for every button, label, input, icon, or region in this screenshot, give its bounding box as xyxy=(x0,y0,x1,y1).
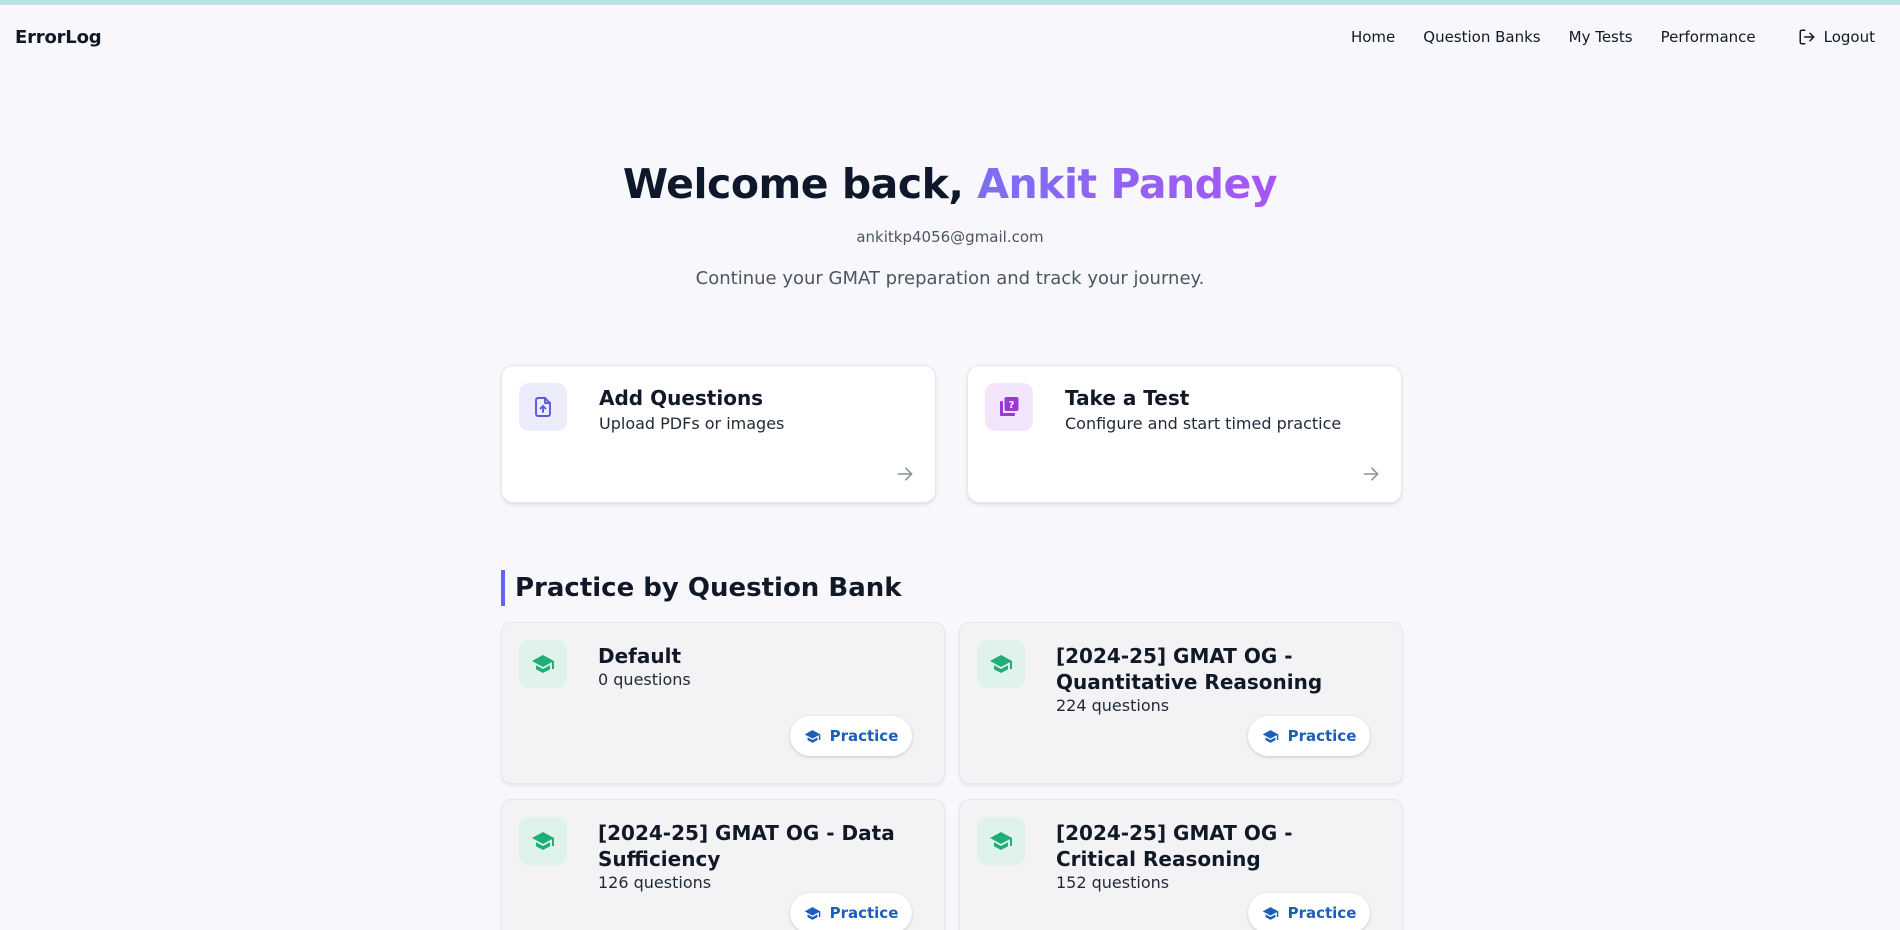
take-test-card[interactable]: ? Take a Test Configure and start timed … xyxy=(967,365,1402,503)
practice-label: Practice xyxy=(829,904,899,922)
bank-card-default: Default 0 questions Practice xyxy=(501,622,945,784)
bank-title: [2024-25] GMAT OG - Quantitative Reasoni… xyxy=(1056,644,1323,694)
brand-logo[interactable]: ErrorLog xyxy=(15,27,102,48)
section-title-practice-by-bank: Practice by Question Bank xyxy=(501,570,902,606)
bank-card-data-sufficiency: [2024-25] GMAT OG - Data Sufficiency 126… xyxy=(501,799,945,930)
navbar: ErrorLog Home Question Banks My Tests Pe… xyxy=(0,5,1900,69)
bank-title: [2024-25] GMAT OG - Data Sufficiency xyxy=(598,821,895,871)
add-questions-subtitle: Upload PDFs or images xyxy=(599,414,785,433)
logout-icon xyxy=(1799,29,1815,45)
nav-link-my-tests[interactable]: My Tests xyxy=(1569,28,1633,46)
bank-question-count: 126 questions xyxy=(598,873,712,892)
user-name: Ankit Pandey xyxy=(977,160,1278,208)
svg-text:?: ? xyxy=(1009,400,1015,411)
practice-button[interactable]: Practice xyxy=(790,893,912,930)
graduation-cap-icon xyxy=(804,906,820,920)
welcome-heading: Welcome back, Ankit Pandey xyxy=(0,160,1900,208)
logout-label: Logout xyxy=(1823,28,1875,46)
graduation-cap-icon xyxy=(519,640,567,688)
graduation-cap-icon xyxy=(977,640,1025,688)
nav-link-performance[interactable]: Performance xyxy=(1661,28,1756,46)
graduation-cap-icon xyxy=(1262,906,1278,920)
arrow-right-icon xyxy=(897,467,913,481)
add-questions-title: Add Questions xyxy=(599,386,764,410)
add-questions-card[interactable]: Add Questions Upload PDFs or images xyxy=(501,365,936,503)
bank-card-critical-reasoning: [2024-25] GMAT OG - Critical Reasoning 1… xyxy=(959,799,1403,930)
user-email: ankitkp4056@gmail.com xyxy=(856,228,1044,246)
take-test-subtitle: Configure and start timed practice xyxy=(1065,414,1342,433)
graduation-cap-icon xyxy=(977,817,1025,865)
practice-button[interactable]: Practice xyxy=(1248,893,1370,930)
upload-file-icon xyxy=(519,383,567,431)
graduation-cap-icon xyxy=(804,729,820,743)
logout-button[interactable]: Logout xyxy=(1798,28,1875,46)
bank-question-count: 152 questions xyxy=(1056,873,1170,892)
bank-title: [2024-25] GMAT OG - Critical Reasoning xyxy=(1056,821,1293,871)
hero-tagline: Continue your GMAT preparation and track… xyxy=(695,268,1205,289)
practice-label: Practice xyxy=(1287,904,1357,922)
nav-link-home[interactable]: Home xyxy=(1351,28,1395,46)
hero-section: Welcome back, Ankit Pandey ankitkp4056@g… xyxy=(0,160,1900,289)
graduation-cap-icon xyxy=(519,817,567,865)
practice-button[interactable]: Practice xyxy=(1248,716,1370,756)
nav-links: Home Question Banks My Tests Performance… xyxy=(1351,28,1875,46)
take-test-title: Take a Test xyxy=(1065,386,1190,410)
graduation-cap-icon xyxy=(1262,729,1278,743)
bank-question-count: 224 questions xyxy=(1056,696,1170,715)
bank-card-quant: [2024-25] GMAT OG - Quantitative Reasoni… xyxy=(959,622,1403,784)
welcome-prefix: Welcome back, xyxy=(622,160,964,208)
practice-label: Practice xyxy=(829,727,899,745)
bank-title: Default xyxy=(598,644,682,668)
practice-button[interactable]: Practice xyxy=(790,716,912,756)
bank-question-count: 0 questions xyxy=(598,670,691,689)
quiz-icon: ? xyxy=(985,383,1033,431)
nav-link-question-banks[interactable]: Question Banks xyxy=(1423,28,1540,46)
practice-label: Practice xyxy=(1287,727,1357,745)
arrow-right-icon xyxy=(1363,467,1379,481)
